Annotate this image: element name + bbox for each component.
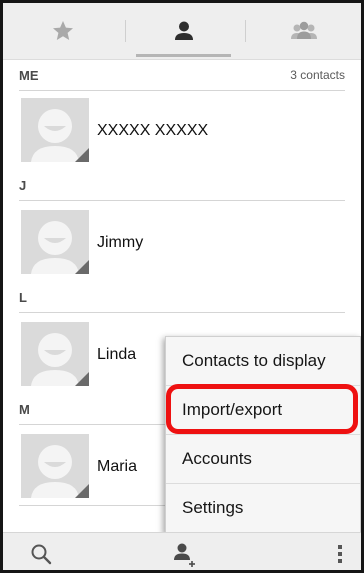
contact-name: Jimmy (97, 234, 144, 251)
add-contact-icon (174, 543, 195, 567)
contacts-screen: ME 3 contacts XXXXX XXXXX J Jimmy L Lind… (0, 0, 364, 573)
tab-favorites[interactable] (3, 3, 122, 59)
overflow-menu-button[interactable] (325, 533, 355, 570)
contact-name: XXXXX XXXXX (97, 122, 209, 139)
contact-name: Maria (97, 458, 138, 475)
menu-item-accounts[interactable]: Accounts (166, 435, 360, 483)
list-item[interactable]: Jimmy (21, 210, 343, 274)
section-letter: M (19, 402, 30, 417)
contact-count: 3 contacts (290, 68, 345, 82)
person-icon (174, 21, 193, 40)
tab-groups[interactable] (244, 3, 361, 59)
star-icon (52, 21, 73, 40)
section-letter: J (19, 178, 27, 193)
contact-photo-placeholder (21, 210, 89, 274)
contact-photo-placeholder (21, 434, 89, 498)
me-header: ME 3 contacts (19, 60, 345, 91)
group-icon (290, 21, 317, 39)
import-export-highlight (166, 384, 358, 434)
search-icon (31, 544, 52, 564)
overflow-menu-icon (338, 544, 342, 563)
tab-contacts[interactable] (124, 3, 243, 59)
list-item[interactable]: XXXXX XXXXX (21, 98, 343, 162)
tab-bar (3, 3, 361, 60)
menu-item-contacts-to-display[interactable]: Contacts to display (166, 337, 360, 385)
bottom-action-bar (3, 532, 361, 570)
group-label: ME (19, 68, 39, 83)
section-letter: L (19, 290, 27, 305)
add-contact-button[interactable] (165, 533, 205, 570)
menu-item-settings[interactable]: Settings (166, 484, 360, 532)
overflow-menu: Contacts to display Import/export Accoun… (165, 336, 361, 534)
contact-name: Linda (97, 346, 137, 363)
section-header: L (19, 282, 345, 313)
search-button[interactable] (21, 533, 61, 570)
contact-photo-placeholder (21, 98, 89, 162)
section-header: J (19, 170, 345, 201)
contact-photo-placeholder (21, 322, 89, 386)
